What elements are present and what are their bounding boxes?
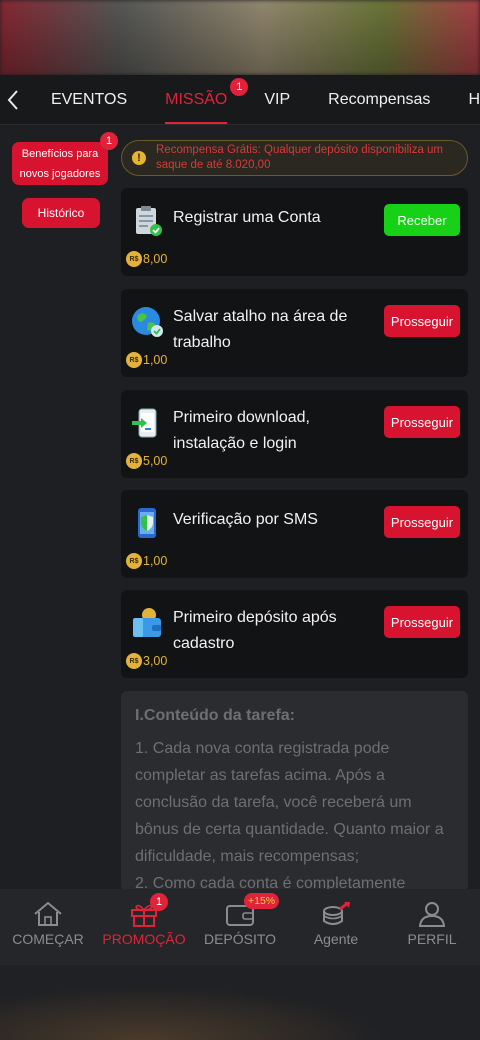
tab-vip[interactable]: VIP (264, 75, 290, 124)
task-title: Salvar atalho na área de trabalho (173, 308, 348, 351)
proceed-button[interactable]: Prosseguir (384, 506, 460, 538)
chevron-left-icon (7, 89, 18, 110)
nav-deposito[interactable]: +15% DEPÓSITO (192, 889, 288, 965)
phone-download-icon (132, 408, 157, 438)
task-content-description: I.Conteúdo da tarefa: 1. Cada nova conta… (121, 691, 468, 891)
mission-badge: 1 (230, 77, 249, 96)
history-button[interactable]: Histórico (22, 198, 100, 228)
task-reward: R$ 3,00 (126, 653, 167, 669)
nav-perfil[interactable]: PERFIL (384, 889, 480, 965)
blurred-header-background (0, 0, 480, 75)
proceed-button[interactable]: Prosseguir (384, 606, 460, 638)
task-title: Primeiro depósito após cadastro (173, 609, 337, 652)
agent-coins-icon (323, 901, 350, 925)
tab-missao[interactable]: MISSÃO 1 (165, 75, 249, 124)
globe-icon (132, 307, 163, 337)
task-reward: R$ 5,00 (126, 453, 167, 469)
tab-eventos[interactable]: EVENTOS (51, 75, 127, 124)
tab-more[interactable]: H (468, 75, 480, 124)
task-reward: R$ 8,00 (126, 251, 167, 267)
user-icon (418, 902, 446, 927)
notice-text: Recompensa Grátis: Qualquer depósito dis… (156, 144, 444, 171)
content-paragraph-1: 1. Cada nova conta registrada pode compl… (135, 740, 444, 865)
new-players-badge: 1 (100, 132, 118, 150)
task-card-shortcut: Salvar atalho na área de trabalho R$ 1,0… (121, 289, 468, 377)
task-title: Registrar uma Conta (173, 209, 321, 226)
coin-icon: R$ (126, 553, 142, 569)
task-reward: R$ 1,00 (126, 553, 167, 569)
tab-missao-label: MISSÃO (165, 90, 228, 108)
tab-bar: EVENTOS MISSÃO 1 VIP Recompensas H (0, 75, 480, 125)
task-card-register: Registrar uma Conta R$ 8,00 Receber (121, 188, 468, 276)
task-card-first-deposit: Primeiro depósito após cadastro R$ 3,00 … (121, 590, 468, 678)
nav-comecar[interactable]: COMEÇAR (0, 889, 96, 965)
back-button[interactable] (0, 75, 26, 124)
task-title: Primeiro download, instalação e login (173, 409, 310, 452)
content-heading: I.Conteúdo da tarefa: (135, 707, 296, 724)
tab-recompensas[interactable]: Recompensas (328, 75, 430, 124)
left-menu: Benefícios para novos jogadores 1 Histór… (12, 132, 118, 228)
warning-icon: ! (132, 151, 146, 165)
receive-button[interactable]: Receber (384, 204, 460, 236)
proceed-button[interactable]: Prosseguir (384, 406, 460, 438)
task-reward: R$ 1,00 (126, 352, 167, 368)
content-paragraph-2: 2. Como cada conta é completamente (135, 875, 406, 891)
deposit-bonus-badge: +15% (244, 893, 280, 909)
nav-agente[interactable]: Agente (288, 889, 384, 965)
phone-shield-icon (138, 508, 156, 538)
wallet-coin-icon (133, 608, 161, 637)
task-title: Verificação por SMS (173, 511, 318, 528)
task-card-download: Primeiro download, instalação e login R$… (121, 390, 468, 478)
home-icon (34, 901, 62, 926)
coin-icon: R$ (126, 453, 142, 469)
task-card-sms: Verificação por SMS R$ 1,00 Prosseguir (121, 490, 468, 578)
blurred-footer-background (0, 965, 480, 1040)
coin-icon: R$ (126, 653, 142, 669)
coin-icon: R$ (126, 251, 142, 267)
proceed-button[interactable]: Prosseguir (384, 305, 460, 337)
promo-badge: 1 (150, 893, 168, 911)
clipboard-check-icon (136, 206, 162, 236)
nav-promocao[interactable]: 1 PROMOÇÃO (96, 889, 192, 965)
free-reward-notice: ! Recompensa Grátis: Qualquer depósito d… (121, 140, 468, 176)
bottom-navigation: COMEÇAR 1 PROMOÇÃO +15% DEPÓSITO Agente (0, 889, 480, 965)
coin-icon: R$ (126, 352, 142, 368)
new-players-label: Benefícios para novos jogadores (19, 148, 101, 180)
new-players-button[interactable]: Benefícios para novos jogadores 1 (12, 132, 118, 185)
